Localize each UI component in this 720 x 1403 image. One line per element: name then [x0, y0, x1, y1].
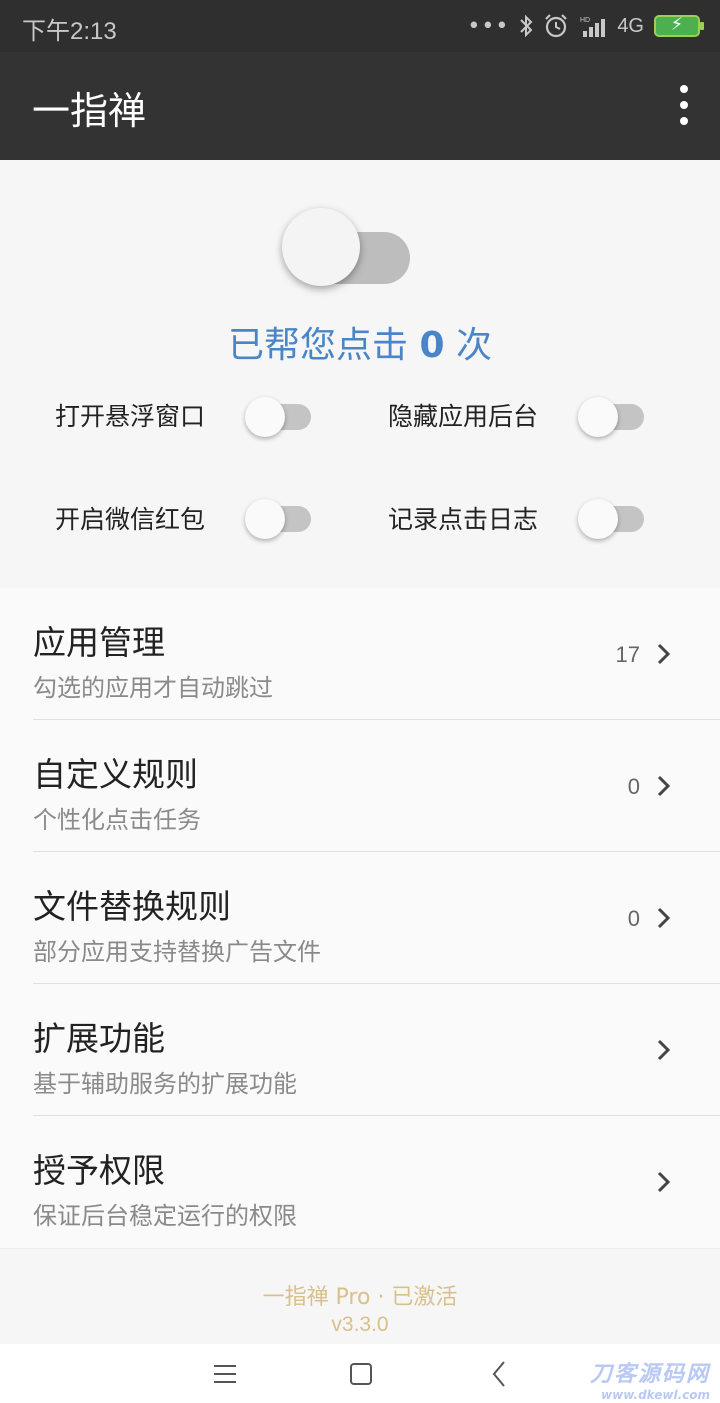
back-nav-icon[interactable]: [474, 1352, 524, 1396]
list-item-permissions[interactable]: 授予权限 保证后台稳定运行的权限: [0, 1116, 720, 1248]
watermark: 刀客源码网 www.dkewl.com: [590, 1356, 710, 1402]
battery-bolt: ⚡: [670, 14, 684, 35]
list-item-subtitle: 个性化点击任务: [33, 806, 201, 834]
wechat-redpacket-toggle[interactable]: [245, 498, 311, 539]
list-item-extensions[interactable]: 扩展功能 基于辅助服务的扩展功能: [0, 984, 720, 1116]
menu-nav-icon[interactable]: [200, 1352, 250, 1396]
chevron-right-icon: [657, 1039, 671, 1061]
click-counter: 已帮您点击 0 次: [0, 316, 720, 368]
list-item-subtitle: 保证后台稳定运行的权限: [33, 1202, 297, 1230]
list-item-subtitle: 勾选的应用才自动跳过: [33, 674, 273, 702]
chevron-right-icon: [657, 1171, 671, 1193]
status-time: 下午2:13: [22, 18, 117, 45]
chevron-right-icon: [657, 775, 671, 797]
option-label: 打开悬浮窗口: [55, 402, 206, 431]
app-title: 一指禅: [32, 89, 147, 133]
app-version: v3.3.0: [331, 1313, 389, 1336]
watermark-url: www.dkewl.com: [601, 1388, 710, 1402]
list-item-subtitle: 部分应用支持替换广告文件: [33, 938, 321, 966]
bluetooth-icon: [520, 14, 533, 38]
list-item-title: 文件替换规则: [33, 887, 231, 926]
list-item-title: 授予权限: [33, 1151, 165, 1190]
option-wechat-redpacket: 开启微信红包: [55, 493, 205, 543]
list-item-count: 0: [627, 906, 640, 931]
option-click-log: 记录点击日志: [388, 493, 538, 543]
counter-suffix: 次: [444, 325, 492, 366]
hide-recents-toggle[interactable]: [578, 396, 644, 437]
option-floating-window: 打开悬浮窗口: [55, 390, 205, 440]
counter-value: 0: [419, 325, 445, 366]
list-item-custom-rules[interactable]: 自定义规则 个性化点击任务 0: [0, 720, 720, 852]
app-bar: 一指禅: [0, 52, 720, 160]
watermark-title: 刀客源码网: [589, 1362, 710, 1387]
list-item-subtitle: 基于辅助服务的扩展功能: [33, 1070, 297, 1098]
list-item-app-management[interactable]: 应用管理 勾选的应用才自动跳过 17: [0, 588, 720, 720]
settings-list: 应用管理 勾选的应用才自动跳过 17 自定义规则 个性化点击任务 0 文件替换规…: [0, 588, 720, 1248]
list-item-file-replace-rules[interactable]: 文件替换规则 部分应用支持替换广告文件 0: [0, 852, 720, 984]
click-log-toggle[interactable]: [578, 498, 644, 539]
list-item-count: 0: [627, 774, 640, 799]
battery-charging-icon: ⚡: [654, 14, 704, 37]
list-item-count: 17: [615, 642, 640, 667]
network-4g-icon: 4G: [617, 14, 644, 37]
alarm-icon: [545, 14, 568, 38]
floating-window-toggle[interactable]: [245, 396, 311, 437]
overflow-menu-icon[interactable]: [678, 85, 690, 125]
status-bar: 下午2:13 ••• HD 4G ⚡: [0, 0, 720, 52]
svg-text:HD: HD: [580, 17, 590, 24]
option-label: 开启微信红包: [55, 505, 206, 534]
list-item-title: 扩展功能: [33, 1019, 165, 1058]
master-toggle-thumb: [282, 208, 360, 286]
option-label: 记录点击日志: [388, 505, 539, 534]
option-hide-recents: 隐藏应用后台: [388, 390, 538, 440]
chevron-right-icon: [657, 907, 671, 929]
list-item-title: 自定义规则: [33, 755, 198, 794]
hd-signal-icon: HD: [580, 17, 606, 37]
chevron-right-icon: [657, 643, 671, 665]
master-toggle[interactable]: [282, 208, 410, 288]
home-nav-icon[interactable]: [336, 1352, 386, 1396]
option-label: 隐藏应用后台: [388, 402, 539, 431]
status-icons: ••• HD 4G ⚡: [467, 10, 704, 42]
footer: 一指禅 Pro · 已激活 v3.3.0: [0, 1248, 720, 1344]
pro-status: 一指禅 Pro · 已激活: [262, 1285, 458, 1310]
more-dots-icon: •••: [467, 13, 510, 39]
list-item-title: 应用管理: [33, 623, 165, 662]
control-panel: 已帮您点击 0 次 打开悬浮窗口 隐藏应用后台 开启微信红包 记录点击日志: [0, 160, 720, 570]
counter-prefix: 已帮您点击: [228, 325, 420, 366]
